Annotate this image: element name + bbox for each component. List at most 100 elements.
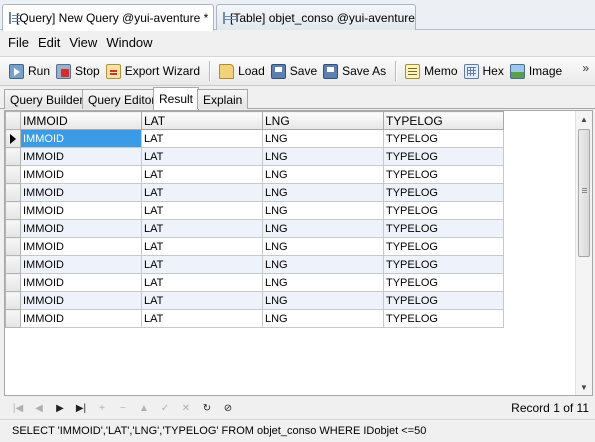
memo-button[interactable]: Memo xyxy=(402,59,460,83)
row-indicator[interactable] xyxy=(5,273,21,292)
table-cell-lat[interactable]: LAT xyxy=(141,237,263,256)
table-cell-lat[interactable]: LAT xyxy=(141,165,263,184)
menu-window[interactable]: Window xyxy=(102,33,156,52)
table-cell-immoid[interactable]: IMMOID xyxy=(20,201,142,220)
table-cell-immoid[interactable]: IMMOID xyxy=(20,255,142,274)
table-cell-lat[interactable]: LAT xyxy=(141,147,263,166)
table-cell-immoid[interactable]: IMMOID xyxy=(20,219,142,238)
current-row-indicator-icon[interactable] xyxy=(5,129,21,148)
tab-query-editor[interactable]: Query Editor xyxy=(82,89,162,109)
table-cell-lng[interactable]: LNG xyxy=(262,291,384,310)
tab-query-builder[interactable]: Query Builder xyxy=(4,89,90,109)
table-cell-immoid[interactable]: IMMOID xyxy=(20,147,142,166)
last-record-icon[interactable]: ▶| xyxy=(71,399,91,417)
table-cell-lng[interactable]: LNG xyxy=(262,255,384,274)
table-cell-lng[interactable]: LNG xyxy=(262,183,384,202)
column-header-typelog[interactable]: TYPELOG xyxy=(383,111,504,130)
table-cell-typelog[interactable]: TYPELOG xyxy=(383,129,504,148)
cancel-edit-icon[interactable]: ✕ xyxy=(176,399,196,417)
vertical-scrollbar[interactable]: ▲ ▼ xyxy=(575,111,592,395)
tab-new-query[interactable]: [Query] New Query @yui-aventure * xyxy=(2,4,214,31)
stop-icon[interactable]: ⊘ xyxy=(218,399,238,417)
table-cell-typelog[interactable]: TYPELOG xyxy=(383,309,504,328)
row-indicator[interactable] xyxy=(5,147,21,166)
table-cell-typelog[interactable]: TYPELOG xyxy=(383,165,504,184)
table-cell-typelog[interactable]: TYPELOG xyxy=(383,255,504,274)
next-record-icon[interactable]: ▶ xyxy=(50,399,70,417)
scroll-up-icon[interactable]: ▲ xyxy=(576,111,592,127)
tab-explain[interactable]: Explain xyxy=(197,89,249,109)
save-as-button[interactable]: Save As xyxy=(320,59,389,83)
table-row[interactable]: IMMOID LAT LNG TYPELOG xyxy=(5,183,504,202)
menu-edit[interactable]: Edit xyxy=(34,33,64,52)
insert-record-icon[interactable]: + xyxy=(92,399,112,417)
refresh-icon[interactable]: ↻ xyxy=(197,399,217,417)
table-cell-lat[interactable]: LAT xyxy=(141,129,263,148)
table-cell-lng[interactable]: LNG xyxy=(262,219,384,238)
tab-result[interactable]: Result xyxy=(153,87,200,110)
table-cell-immoid[interactable]: IMMOID xyxy=(20,309,142,328)
table-cell-lng[interactable]: LNG xyxy=(262,147,384,166)
row-indicator[interactable] xyxy=(5,309,21,328)
image-button[interactable]: Image xyxy=(507,59,565,83)
scroll-down-icon[interactable]: ▼ xyxy=(576,379,592,395)
table-cell-lat[interactable]: LAT xyxy=(141,309,263,328)
table-cell-typelog[interactable]: TYPELOG xyxy=(383,201,504,220)
table-cell-lng[interactable]: LNG xyxy=(262,309,384,328)
menu-view[interactable]: View xyxy=(65,33,101,52)
export-wizard-button[interactable]: Export Wizard xyxy=(103,59,203,83)
table-cell-immoid[interactable]: IMMOID xyxy=(20,291,142,310)
table-row[interactable]: IMMOID LAT LNG TYPELOG xyxy=(5,201,504,220)
table-cell-typelog[interactable]: TYPELOG xyxy=(383,183,504,202)
table-cell-typelog[interactable]: TYPELOG xyxy=(383,237,504,256)
table-cell-lat[interactable]: LAT xyxy=(141,273,263,292)
load-button[interactable]: Load xyxy=(216,59,268,83)
tab-table-objet-conso[interactable]: [Table] objet_conso @yui-aventure xyxy=(216,4,416,30)
table-cell-typelog[interactable]: TYPELOG xyxy=(383,147,504,166)
table-row[interactable]: IMMOID LAT LNG TYPELOG xyxy=(5,291,504,310)
table-cell-immoid[interactable]: IMMOID xyxy=(20,273,142,292)
hex-button[interactable]: Hex xyxy=(461,59,507,83)
table-row[interactable]: IMMOID LAT LNG TYPELOG xyxy=(5,273,504,292)
post-edit-icon[interactable]: ✓ xyxy=(155,399,175,417)
table-row[interactable]: IMMOID LAT LNG TYPELOG xyxy=(5,147,504,166)
result-grid[interactable]: IMMOID LAT LNG TYPELOG IMMOID LAT LNG TYPEL… xyxy=(4,110,593,396)
run-button[interactable]: Run xyxy=(6,59,53,83)
table-cell-lat[interactable]: LAT xyxy=(141,183,263,202)
table-row[interactable]: IMMOID LAT LNG TYPELOG xyxy=(5,129,504,148)
stop-button[interactable]: Stop xyxy=(53,59,103,83)
table-cell-lat[interactable]: LAT xyxy=(141,291,263,310)
table-cell-lng[interactable]: LNG xyxy=(262,201,384,220)
table-cell-immoid[interactable]: IMMOID xyxy=(20,129,142,148)
table-cell-typelog[interactable]: TYPELOG xyxy=(383,291,504,310)
row-indicator[interactable] xyxy=(5,183,21,202)
row-indicator[interactable] xyxy=(5,165,21,184)
scroll-thumb[interactable] xyxy=(578,129,590,257)
row-indicator[interactable] xyxy=(5,201,21,220)
column-header-lng[interactable]: LNG xyxy=(262,111,384,130)
row-indicator[interactable] xyxy=(5,255,21,274)
menu-file[interactable]: File xyxy=(4,33,33,52)
table-cell-immoid[interactable]: IMMOID xyxy=(20,183,142,202)
row-indicator[interactable] xyxy=(5,219,21,238)
table-cell-lng[interactable]: LNG xyxy=(262,165,384,184)
toolbar-overflow-icon[interactable]: » xyxy=(582,61,589,75)
row-indicator[interactable] xyxy=(5,291,21,310)
table-cell-immoid[interactable]: IMMOID xyxy=(20,237,142,256)
first-record-icon[interactable]: |◀ xyxy=(8,399,28,417)
table-cell-immoid[interactable]: IMMOID xyxy=(20,165,142,184)
edit-record-icon[interactable]: ▲ xyxy=(134,399,154,417)
table-cell-lat[interactable]: LAT xyxy=(141,219,263,238)
prev-record-icon[interactable]: ◀ xyxy=(29,399,49,417)
table-row[interactable]: IMMOID LAT LNG TYPELOG xyxy=(5,165,504,184)
table-cell-lng[interactable]: LNG xyxy=(262,129,384,148)
row-indicator[interactable] xyxy=(5,237,21,256)
column-header-immoid[interactable]: IMMOID xyxy=(20,111,142,130)
delete-record-icon[interactable]: − xyxy=(113,399,133,417)
table-cell-lat[interactable]: LAT xyxy=(141,255,263,274)
table-cell-lat[interactable]: LAT xyxy=(141,201,263,220)
save-button[interactable]: Save xyxy=(268,59,320,83)
table-cell-lng[interactable]: LNG xyxy=(262,237,384,256)
table-row[interactable]: IMMOID LAT LNG TYPELOG xyxy=(5,255,504,274)
table-row[interactable]: IMMOID LAT LNG TYPELOG xyxy=(5,219,504,238)
